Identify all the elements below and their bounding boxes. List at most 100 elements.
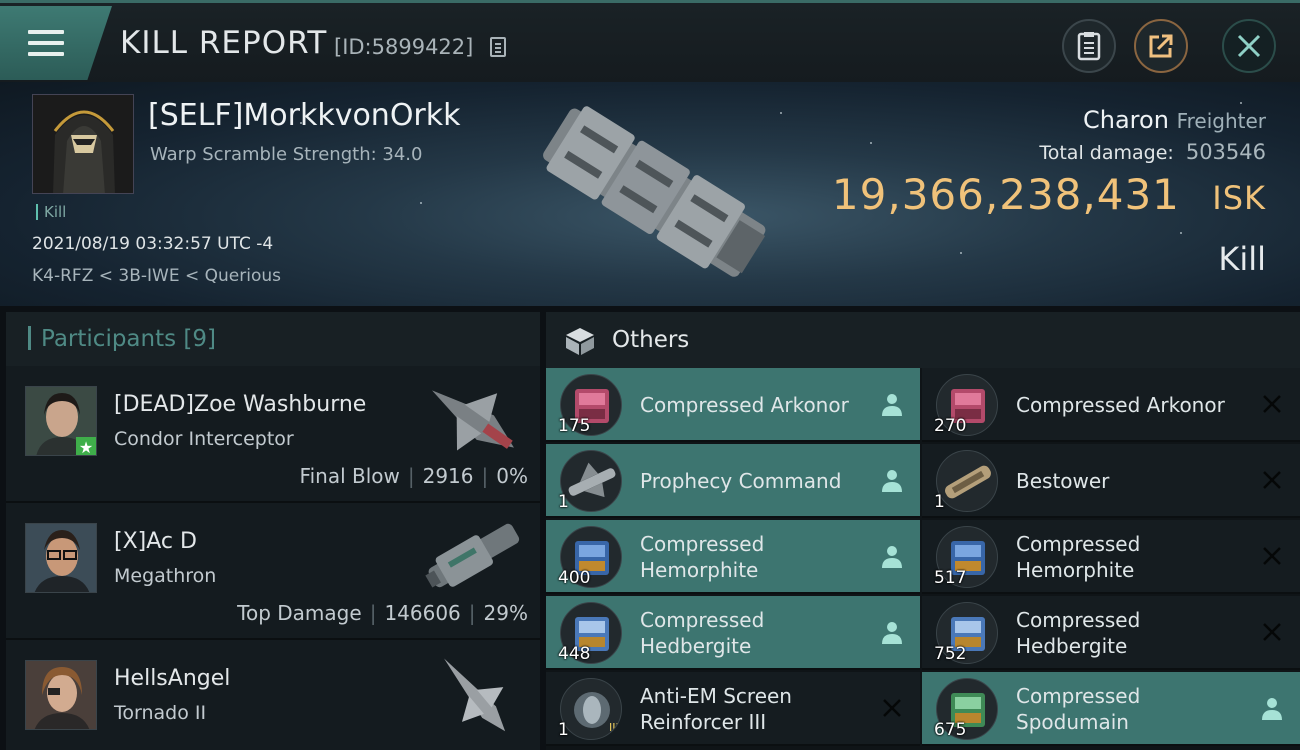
item-name: Compressed Arkonor (640, 393, 849, 417)
isk-amount: 19,366,238,431 (831, 170, 1180, 219)
item-row[interactable]: 675 Compressed Spodumain (922, 672, 1300, 746)
participants-header: Participants [9] (6, 312, 540, 366)
x-icon (1263, 471, 1281, 489)
item-quantity: 517 (934, 568, 967, 588)
total-damage: Total damage: 503546 (1039, 140, 1266, 164)
person-icon (882, 622, 902, 644)
person-icon (882, 470, 902, 492)
item-name: Compressed Spodumain (1016, 684, 1141, 734)
warp-scramble-strength: Warp Scramble Strength: 34.0 (150, 144, 423, 165)
participant-ship-image (432, 390, 514, 451)
participant-damage: 146606 (384, 601, 461, 625)
participant-row[interactable]: HellsAngel Tornado II (6, 640, 540, 750)
participants-label: Participants (41, 326, 177, 352)
clipboard-button[interactable] (1062, 19, 1116, 73)
item-quantity: 675 (934, 720, 967, 740)
item-row[interactable]: 1 Prophecy Command (546, 444, 920, 518)
total-damage-label: Total damage: (1039, 142, 1174, 164)
item-row[interactable]: 752 Compressed Hedbergite (922, 596, 1300, 670)
kill-location[interactable]: K4-RFZ < 3B-IWE < Querious (32, 266, 281, 286)
victim-name[interactable]: [SELF]MorkkvonOrkk (148, 98, 461, 133)
person-icon (882, 546, 902, 568)
participant-ship-image (425, 523, 520, 588)
svg-text:★: ★ (79, 438, 93, 456)
others-label: Others (612, 327, 690, 353)
participants-count: [9] (183, 326, 217, 352)
victim-ship[interactable]: Charon Freighter (1083, 106, 1266, 134)
participant-row[interactable]: [X]Ac D Megathron Top Damage | 146606 | 29% (6, 503, 540, 640)
item-quantity: 400 (558, 568, 591, 588)
ship-class: Freighter (1176, 109, 1266, 133)
participant-name: [X]Ac D (114, 529, 197, 554)
item-quantity: 752 (934, 644, 967, 664)
participant-percent: 0% (496, 464, 528, 488)
isk-unit: ISK (1212, 179, 1266, 217)
ship-name: Charon (1083, 106, 1169, 134)
close-button[interactable] (1222, 19, 1276, 73)
item-name: Compressed Hedbergite (1016, 608, 1141, 658)
page-title: KILL REPORT (120, 25, 328, 61)
share-button[interactable] (1134, 19, 1188, 73)
item-row[interactable]: 517 Compressed Hemorphite (922, 520, 1300, 594)
others-panel: Others 175 Compressed Arkonor 1 Prophecy… (546, 312, 1300, 750)
module-icon: III (560, 678, 622, 740)
item-name: Compressed Hedbergite (640, 608, 765, 658)
participant-stats: Final Blow | 2916 | 0% (299, 464, 528, 488)
item-row[interactable]: 270 Compressed Arkonor (922, 368, 1300, 442)
others-header: Others (546, 312, 1300, 368)
participant-percent: 29% (483, 601, 528, 625)
participants-panel: Participants [9] ★ [DEAD]Zoe Washburne C… (6, 312, 540, 750)
item-name: Prophecy Command (640, 469, 842, 493)
participant-row[interactable]: ★ [DEAD]Zoe Washburne Condor Interceptor… (6, 366, 540, 503)
participant-damage: 2916 (422, 464, 474, 488)
item-name: Compressed Hemorphite (640, 532, 765, 582)
item-quantity: 270 (934, 416, 967, 436)
avatar (25, 660, 97, 730)
kill-datetime: 2021/08/19 03:32:57 UTC -4 (32, 234, 274, 254)
report-id: [ID:5899422] (334, 35, 474, 59)
item-quantity: 1 (558, 492, 569, 512)
item-row[interactable]: 175 Compressed Arkonor (546, 368, 920, 442)
item-row[interactable]: 1 Bestower (922, 444, 1300, 518)
kill-tag: Kill (36, 204, 66, 220)
participant-role: Final Blow (299, 464, 400, 488)
item-quantity: 1 (558, 720, 569, 740)
participant-ship-image (444, 658, 506, 732)
x-icon (1263, 395, 1281, 413)
top-bar: KILL REPORT [ID:5899422] (0, 0, 1300, 82)
item-quantity: 448 (558, 644, 591, 664)
participant-name: HellsAngel (114, 666, 231, 691)
result-label: Kill (1218, 240, 1266, 278)
participant-stats: Top Damage | 146606 | 29% (237, 601, 528, 625)
close-icon (1237, 34, 1261, 58)
svg-text:III: III (609, 721, 619, 734)
item-name: Compressed Hemorphite (1016, 532, 1141, 582)
participant-name: [DEAD]Zoe Washburne (114, 392, 367, 417)
share-icon (1149, 34, 1173, 58)
item-name: Compressed Arkonor (1016, 393, 1225, 417)
cube-icon (566, 328, 594, 355)
victim-avatar[interactable] (32, 94, 134, 194)
ship-icon (560, 450, 622, 512)
menu-button[interactable] (0, 6, 112, 80)
x-icon (1263, 623, 1281, 641)
item-name: Bestower (1016, 469, 1110, 493)
item-quantity: 1 (934, 492, 945, 512)
item-row[interactable]: 448 Compressed Hedbergite (546, 596, 920, 670)
victim-ship-image (543, 106, 766, 277)
person-icon (882, 394, 902, 416)
item-row[interactable]: III 1 Anti-EM Screen Reinforcer III (546, 672, 920, 746)
person-icon (1262, 698, 1282, 720)
participant-role: Top Damage (237, 601, 362, 625)
isk-value: 19,366,238,431 ISK (832, 170, 1266, 219)
total-damage-value: 503546 (1185, 140, 1266, 164)
participant-ship: Megathron (114, 565, 217, 587)
avatar: ★ (25, 386, 97, 456)
item-quantity: 175 (558, 416, 591, 436)
ship-icon (936, 450, 998, 512)
clipboard-icon (1077, 32, 1101, 61)
item-row[interactable]: 400 Compressed Hemorphite (546, 520, 920, 594)
copy-icon[interactable] (490, 37, 506, 57)
x-icon (1263, 547, 1281, 565)
participant-ship: Tornado II (114, 702, 207, 724)
